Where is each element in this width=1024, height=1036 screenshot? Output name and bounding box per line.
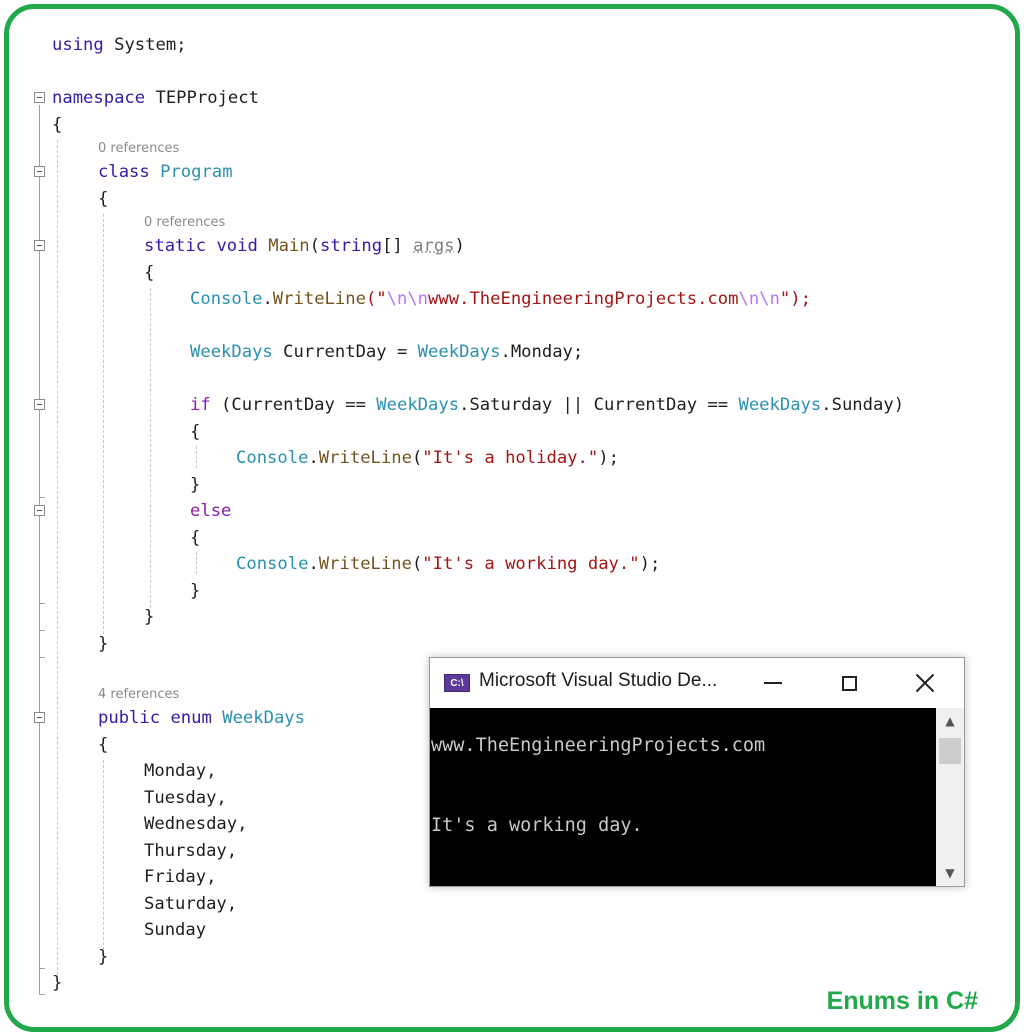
- code-line-if-open: {: [190, 422, 201, 442]
- code-line-else: else: [190, 501, 232, 521]
- code-line-main-open: {: [144, 263, 155, 283]
- outline-tick-main: [39, 630, 45, 631]
- console-output: www.TheEngineeringProjects.com It's a wo…: [430, 708, 936, 886]
- console-window[interactable]: C:\ Microsoft Visual Studio De... www.Th…: [429, 657, 965, 887]
- console-output-line: www.TheEngineeringProjects.com: [431, 735, 766, 756]
- enum-member: Wednesday,: [144, 814, 248, 834]
- close-icon: [915, 673, 935, 693]
- code-line-main-close: }: [144, 607, 155, 627]
- scroll-thumb[interactable]: [939, 738, 961, 764]
- enum-member: Sunday: [144, 920, 207, 940]
- console-app-icon: C:\: [444, 674, 470, 692]
- enum-member: Friday,: [144, 867, 217, 887]
- code-line-if: if (CurrentDay == WeekDays.Saturday || C…: [190, 395, 905, 415]
- close-button[interactable]: [902, 666, 948, 700]
- code-line-else-close: }: [190, 581, 201, 601]
- scroll-down-icon[interactable]: ▼: [936, 862, 964, 884]
- fold-toggle-namespace[interactable]: [34, 92, 45, 103]
- outline-tick-class: [39, 657, 45, 658]
- indent-guide: [103, 760, 104, 950]
- maximize-button[interactable]: [826, 666, 872, 700]
- code-line-writeline-working: Console.WriteLine("It's a working day.")…: [236, 554, 661, 574]
- code-line-main: static void Main(string[] args): [144, 236, 465, 256]
- code-line-namespace-open: {: [52, 115, 63, 135]
- enum-member: Monday,: [144, 761, 217, 781]
- outline-tick-if: [39, 497, 45, 498]
- code-line-if-close: }: [190, 475, 201, 495]
- outline-tick-enum: [39, 968, 45, 969]
- minimize-icon: [764, 682, 782, 684]
- outline-line-namespace: [39, 105, 40, 995]
- code-line-writeline-url: Console.WriteLine("\n\nwww.TheEngineerin…: [190, 289, 811, 309]
- code-line-class: class Program: [98, 162, 233, 182]
- console-scrollbar[interactable]: ▲ ▼: [936, 708, 964, 886]
- fold-toggle-enum[interactable]: [34, 712, 45, 723]
- code-line-enum-close: }: [98, 947, 109, 967]
- code-line-currentday: WeekDays CurrentDay = WeekDays.Monday;: [190, 342, 584, 362]
- scroll-up-icon[interactable]: ▲: [936, 710, 964, 732]
- codelens-enum-references[interactable]: 4 references: [98, 687, 179, 703]
- caption-title: Enums in C#: [826, 987, 978, 1015]
- outline-tick-else: [39, 603, 45, 604]
- console-titlebar[interactable]: C:\ Microsoft Visual Studio De...: [430, 658, 964, 708]
- enum-member: Tuesday,: [144, 788, 227, 808]
- codelens-program-references[interactable]: 0 references: [98, 141, 179, 157]
- maximize-icon: [841, 675, 857, 691]
- console-output-line: It's a working day.: [431, 815, 643, 836]
- code-line-writeline-holiday: Console.WriteLine("It's a holiday.");: [236, 448, 619, 468]
- fold-toggle-class[interactable]: [34, 166, 45, 177]
- code-line-namespace: namespace TEPProject: [52, 88, 259, 108]
- indent-guide: [150, 288, 151, 608]
- codelens-main-references[interactable]: 0 references: [144, 215, 225, 231]
- fold-toggle-if[interactable]: [34, 399, 45, 410]
- minimize-button[interactable]: [750, 666, 796, 700]
- indent-guide: [57, 140, 58, 985]
- console-title: Microsoft Visual Studio De...: [479, 670, 718, 691]
- indent-guide: [196, 552, 197, 574]
- indent-guide: [103, 214, 104, 634]
- enum-member: Saturday,: [144, 894, 238, 914]
- fold-toggle-else[interactable]: [34, 505, 45, 516]
- code-line-using: using System;: [52, 35, 187, 55]
- enum-member: Thursday,: [144, 841, 238, 861]
- indent-guide: [196, 446, 197, 468]
- code-line-enum: public enum WeekDays: [98, 708, 306, 728]
- code-line-else-open: {: [190, 528, 201, 548]
- code-line-enum-open: {: [98, 735, 109, 755]
- code-line-class-close: }: [98, 634, 109, 654]
- code-line-namespace-close: }: [52, 973, 63, 993]
- code-line-class-open: {: [98, 189, 109, 209]
- outline-end-namespace: [39, 994, 45, 995]
- fold-toggle-main[interactable]: [34, 240, 45, 251]
